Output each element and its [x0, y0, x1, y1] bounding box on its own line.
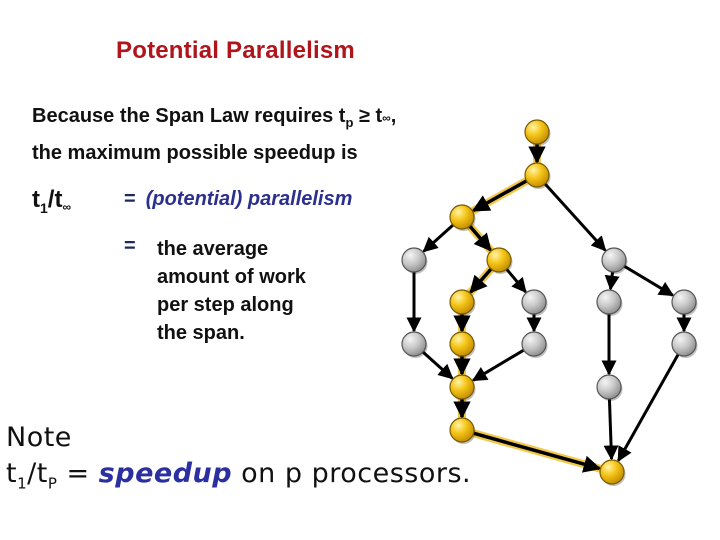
- edge-n2-n6: [543, 182, 607, 252]
- edge-n13-n15: [471, 348, 525, 382]
- critical-node-n17: [449, 417, 475, 443]
- critical-node-n15: [449, 374, 475, 400]
- critical-node-n12: [449, 331, 475, 357]
- edge-n14-n18: [617, 353, 680, 462]
- edge-n16-n18: [603, 398, 619, 461]
- node-n11: [401, 331, 427, 357]
- node-n13: [521, 331, 547, 357]
- critical-node-n7: [449, 289, 475, 315]
- node-n10: [671, 289, 697, 315]
- edge-n5-n8: [505, 268, 527, 294]
- node-n14: [671, 331, 697, 357]
- nodes-layer: [401, 119, 698, 486]
- critical-node-n2: [524, 162, 550, 188]
- edge-n3-n4: [422, 223, 455, 253]
- node-n8: [521, 289, 547, 315]
- computation-dag: [401, 119, 698, 486]
- node-n9: [596, 289, 622, 315]
- edge-n2-n3: [471, 179, 528, 213]
- node-n4: [401, 247, 427, 273]
- critical-node-n3: [449, 204, 475, 230]
- edge-n17-n18: [473, 431, 602, 473]
- edge-n5-n7: [469, 267, 493, 294]
- node-n16: [596, 374, 622, 400]
- critical-node-n5: [486, 247, 512, 273]
- edge-n3-n5: [468, 224, 492, 252]
- critical-node-n1: [524, 119, 550, 145]
- node-n6: [601, 247, 627, 273]
- edge-n11-n15: [421, 350, 454, 380]
- critical-node-n18: [599, 459, 625, 485]
- edge-n6-n9: [604, 271, 620, 291]
- edge-n6-n10: [623, 264, 675, 297]
